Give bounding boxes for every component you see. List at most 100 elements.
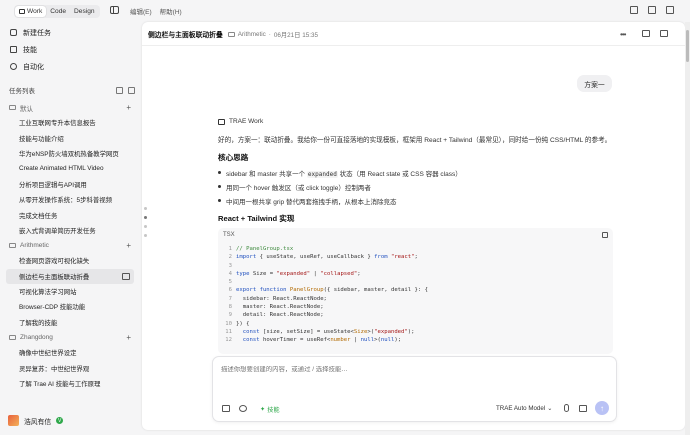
mention-icon[interactable] xyxy=(239,405,247,412)
code-line: 12 const hoverTimer = useRef< number | nu… xyxy=(225,337,402,344)
list-item[interactable]: 从零开发操作系统：5步科普视频 xyxy=(0,192,140,207)
work-icon xyxy=(19,9,25,14)
nav-skills[interactable]: 技能 xyxy=(0,41,140,58)
trae-logo-icon xyxy=(218,118,225,125)
add-task-icon[interactable]: + xyxy=(126,104,131,112)
list-item[interactable]: 完成文档任务 xyxy=(0,207,140,222)
bullet-text: 状态（用 React state 或 CSS 容器 class） xyxy=(337,171,462,178)
sparkle-icon: ✦ xyxy=(260,406,266,413)
list-item[interactable]: 灵异复苏：中世纪世界观 xyxy=(0,360,140,375)
list-item-selected[interactable]: 侧边栏与主面板联动折叠 xyxy=(6,268,134,284)
title-bar: Work Code Design 编辑(E) 帮助(H) xyxy=(0,0,690,22)
list-item[interactable]: 分析项目逻辑与API调用 xyxy=(0,177,140,192)
copy-icon[interactable] xyxy=(602,232,608,238)
mode-design-button[interactable]: Design xyxy=(70,6,99,17)
list-item[interactable]: Create Animated HTML Video xyxy=(0,161,140,176)
nav-skills-label: 技能 xyxy=(23,46,37,54)
layout-icon[interactable] xyxy=(630,6,638,14)
header-divider xyxy=(142,45,685,46)
mode-code-button[interactable]: Code xyxy=(46,6,70,17)
nav-automation-label: 自动化 xyxy=(23,63,44,71)
bullet-text: 中间用一根共享 grip 替代两套拖拽手柄，从根本上消除竞态 xyxy=(226,199,397,206)
menu-bar: 编辑(E) 帮助(H) xyxy=(130,6,182,16)
model-selector[interactable]: TRAE Auto Model ⌄ xyxy=(496,405,552,412)
nav-dot[interactable] xyxy=(144,216,147,219)
conversation-nav xyxy=(144,207,148,247)
chevron-down-icon: ⌄ xyxy=(547,405,553,412)
send-button[interactable]: ↑ xyxy=(595,401,609,415)
filter-icon[interactable] xyxy=(128,86,135,94)
crumb-folder[interactable]: Arithmetic xyxy=(238,31,266,38)
mode-work-button[interactable]: Work xyxy=(15,6,47,17)
mode-switcher: Work Code Design xyxy=(14,5,100,18)
more-icon[interactable]: ••• xyxy=(620,30,626,39)
code-line: 8 master: React.ReactNode; xyxy=(228,304,324,311)
list-item[interactable]: 检查网页游戏可视化缺失 xyxy=(0,253,140,268)
search-icon[interactable] xyxy=(116,86,123,94)
nav-dot[interactable] xyxy=(144,234,147,237)
folder-icon xyxy=(9,243,16,249)
task-list: 默认 + 工业互联网专升本信息报告 技能与功能介绍 华为eNSP防火墙双机热备教… xyxy=(0,100,140,391)
group-zhangdong[interactable]: Zhangdong + xyxy=(0,330,140,345)
skill-label: 技能 xyxy=(267,407,280,414)
bullet-item: 中间用一根共享 grip 替代两套拖拽手柄，从根本上消除竞态 xyxy=(218,196,613,210)
code-line: 11 const [size, setSize] = useState< Size… xyxy=(225,328,415,335)
list-item[interactable]: 华为eNSP防火墙双机热备教学网页 xyxy=(0,146,140,161)
share-icon[interactable] xyxy=(642,30,650,37)
folder-icon xyxy=(9,335,16,341)
menu-edit[interactable]: 编辑(E) xyxy=(130,6,152,16)
mode-design-label: Design xyxy=(74,8,95,15)
panel-icon[interactable] xyxy=(122,272,130,280)
window-icon[interactable] xyxy=(648,6,656,14)
list-item[interactable]: 确像中世纪世界设定 xyxy=(0,345,140,360)
scrollbar-thumb[interactable] xyxy=(686,30,689,62)
nav-automation[interactable]: 自动化 xyxy=(0,58,140,75)
group-name: 默认 xyxy=(20,105,33,113)
code-language: TSX xyxy=(223,232,235,238)
list-item[interactable]: Browser-CDP 技能功能 xyxy=(0,299,140,314)
user-profile[interactable]: 浩风有信 V xyxy=(8,415,64,426)
group-name: Arithmetic xyxy=(20,242,49,250)
list-item[interactable]: 可视化算法学习网站 xyxy=(0,284,140,299)
selected-task-label: 侧边栏与主面板联动折叠 xyxy=(19,273,90,281)
group-default[interactable]: 默认 + xyxy=(0,100,140,115)
prompt-input[interactable] xyxy=(221,366,601,373)
panel-icon[interactable] xyxy=(666,6,674,14)
list-item[interactable]: 工业互联网专升本信息报告 xyxy=(0,115,140,130)
scrollbar[interactable] xyxy=(685,22,690,435)
avatar xyxy=(8,415,19,426)
panel-toggle-icon[interactable] xyxy=(660,30,668,37)
microphone-icon[interactable] xyxy=(564,404,569,412)
heading-impl: React + Tailwind 实现 xyxy=(218,214,295,223)
code-line: 5 xyxy=(228,279,232,286)
list-item[interactable]: 嵌入式背调单简历开发任务 xyxy=(0,223,140,238)
list-item[interactable]: 了解 Trae AI 技能与工作原理 xyxy=(0,376,140,391)
list-item[interactable]: 了解我的技能 xyxy=(0,315,140,330)
group-arithmetic[interactable]: Arithmetic + xyxy=(0,238,140,253)
page-title: 侧边栏与主面板联动折叠 xyxy=(148,32,223,39)
menu-help[interactable]: 帮助(H) xyxy=(160,6,182,16)
group-name: Zhangdong xyxy=(20,334,53,342)
code-line: 10}) { xyxy=(225,320,250,327)
bullet-text: 用同一个 hover 触发区（或 click toggle）控制两者 xyxy=(226,185,371,192)
sidebar-toggle-icon[interactable] xyxy=(110,6,119,14)
task-list-header: 任务列表 xyxy=(9,84,135,96)
attach-icon[interactable] xyxy=(579,405,587,412)
main-header: 侧边栏与主面板联动折叠 Arithmetic · 06月21日 15:35 xyxy=(148,29,318,40)
model-label: TRAE Auto Model xyxy=(496,405,546,412)
code-lines: 1// PanelGroup.tsx 2 import { useState, us… xyxy=(218,242,613,346)
add-task-icon[interactable]: + xyxy=(126,334,131,342)
composer: ✦ 技能 TRAE Auto Model ⌄ ↑ xyxy=(212,356,617,422)
task-list-title: 任务列表 xyxy=(9,88,35,95)
nav-new-task[interactable]: 新建任务 xyxy=(0,24,140,41)
inline-code: expanded xyxy=(306,171,338,178)
code-line: 4 type Size = "expanded" | "collapsed"; xyxy=(228,270,361,277)
list-item[interactable]: 技能与功能介绍 xyxy=(0,130,140,145)
code-line: 9 detail: React.ReactNode; xyxy=(228,312,324,319)
nav-dot[interactable] xyxy=(144,207,147,210)
image-icon[interactable] xyxy=(222,405,230,412)
new-task-icon xyxy=(10,29,17,36)
nav-dot[interactable] xyxy=(144,225,147,228)
add-task-icon[interactable]: + xyxy=(126,242,131,250)
skill-button[interactable]: ✦ 技能 xyxy=(260,405,280,414)
